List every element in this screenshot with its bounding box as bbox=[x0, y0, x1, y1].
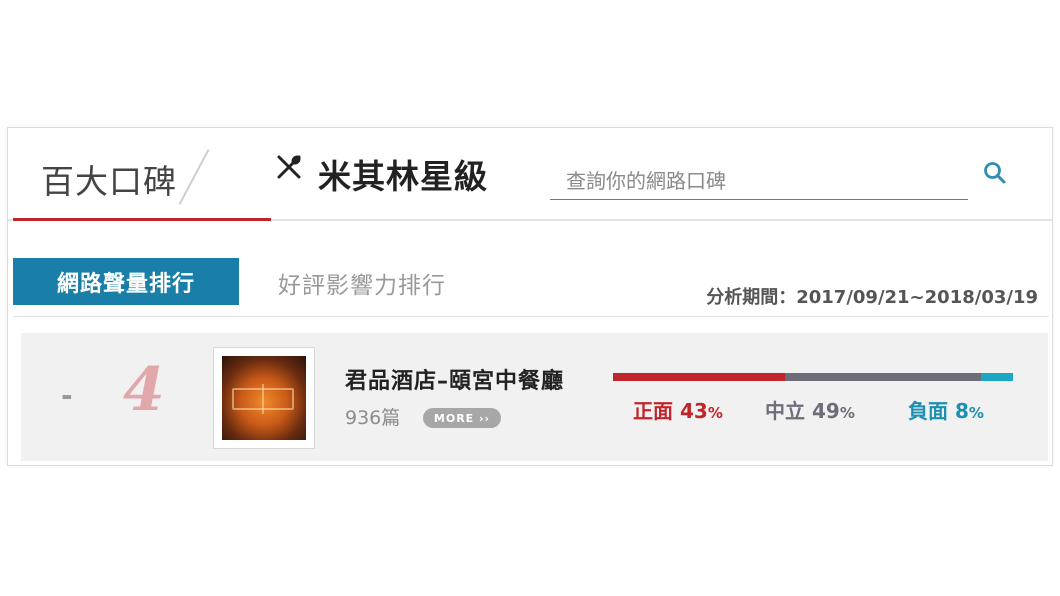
sentiment-negative-label: 負面 bbox=[908, 399, 948, 423]
sentiment-positive-label: 正面 bbox=[633, 399, 673, 423]
more-button[interactable]: MORE ›› bbox=[423, 408, 501, 428]
search-box bbox=[550, 158, 968, 200]
ranking-widget: 百大口碑 米其林星級 網路聲量排行 好評影響力排行 分析期間：2017/09/2… bbox=[7, 127, 1053, 466]
tab-positive-influence-ranking[interactable]: 好評影響力排行 bbox=[278, 266, 446, 300]
sentiment-negative-unit: % bbox=[968, 404, 984, 422]
sentiment-negative: 負面 8% bbox=[908, 395, 984, 424]
tab-buzz-ranking[interactable]: 網路聲量排行 bbox=[13, 258, 239, 305]
divider bbox=[13, 316, 1049, 317]
search-input[interactable] bbox=[550, 158, 968, 199]
tab-divider-slash bbox=[178, 149, 210, 205]
tab-michelin-stars[interactable]: 米其林星級 bbox=[266, 128, 546, 219]
sub-tab-bar: 網路聲量排行 好評影響力排行 分析期間：2017/09/21~2018/03/1… bbox=[8, 258, 1052, 318]
tab-top-100-label: 百大口碑 bbox=[41, 162, 177, 201]
sentiment-neutral-value: 49 bbox=[811, 399, 840, 423]
sentiment-neutral: 中立 49% bbox=[765, 395, 855, 424]
utensils-icon bbox=[277, 155, 301, 179]
sentiment-positive-unit: % bbox=[707, 404, 723, 422]
tab-top-100-reputation[interactable]: 百大口碑 bbox=[13, 128, 271, 221]
sentiment-bar-positive bbox=[613, 373, 785, 381]
search-icon[interactable] bbox=[982, 160, 1008, 186]
sentiment-neutral-unit: % bbox=[839, 404, 855, 422]
sentiment-positive: 正面 43% bbox=[633, 395, 723, 424]
rank-trend-indicator: - bbox=[61, 379, 73, 412]
ranking-row: - 4 君品酒店–頤宮中餐廳 936篇 MORE ›› 正面 43% 中立 49… bbox=[21, 333, 1048, 461]
restaurant-image bbox=[222, 356, 306, 440]
sentiment-positive-value: 43 bbox=[679, 399, 708, 423]
article-count: 936篇 bbox=[345, 407, 401, 429]
top-tab-bar: 百大口碑 米其林星級 bbox=[8, 128, 1052, 221]
restaurant-name[interactable]: 君品酒店–頤宮中餐廳 bbox=[345, 363, 564, 395]
sentiment-bar-neutral bbox=[785, 373, 981, 381]
tab-michelin-label: 米其林星級 bbox=[318, 157, 488, 196]
sentiment-negative-value: 8 bbox=[954, 399, 969, 423]
sentiment-bar-negative bbox=[981, 373, 1013, 381]
sentiment-neutral-label: 中立 bbox=[765, 399, 805, 423]
sentiment-bar bbox=[613, 373, 1013, 381]
rank-number: 4 bbox=[123, 355, 165, 425]
restaurant-thumbnail[interactable] bbox=[213, 347, 315, 449]
analysis-period: 分析期間：2017/09/21~2018/03/19 bbox=[706, 287, 1038, 308]
restaurant-logo-mark bbox=[232, 384, 294, 414]
